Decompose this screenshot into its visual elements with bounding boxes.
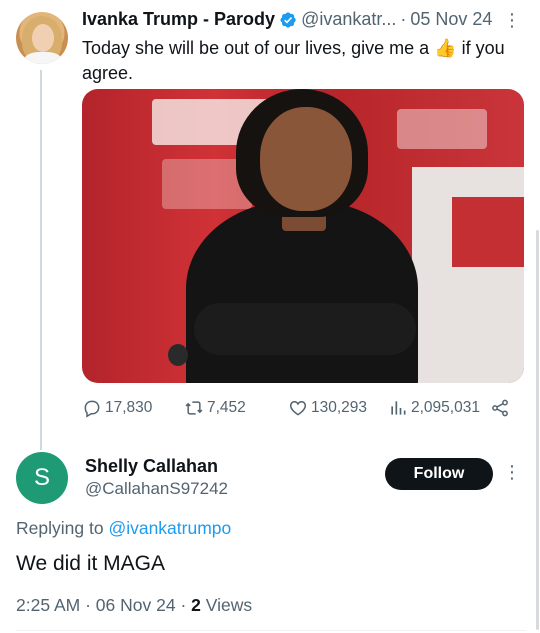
views-button[interactable]: 2,095,031 (388, 398, 480, 418)
reply-icon (84, 400, 100, 418)
author-name[interactable]: Ivanka Trump - Parody (82, 9, 275, 30)
reply-date[interactable]: 06 Nov 24 (96, 595, 176, 615)
replying-to: Replying to @ivankatrumpo (16, 518, 232, 538)
reply-author-handle[interactable]: @CallahanS97242 (85, 479, 228, 499)
like-count: 130,293 (311, 399, 368, 416)
thumbs-up-emoji: 👍 (434, 38, 457, 58)
reply-meta: 2:25 AM · 06 Nov 24 · 2 Views (16, 595, 253, 615)
follow-button[interactable]: Follow (385, 458, 493, 490)
like-button[interactable]: 130,293 (288, 398, 367, 418)
tweet-actions: 17,830 7,452 130,293 2,095,031 (82, 398, 512, 422)
heart-icon (289, 400, 307, 416)
tweet-header: Ivanka Trump - Parody @ivankatr... · 05 … (82, 9, 492, 30)
tweet-date[interactable]: 05 Nov 24 (410, 9, 492, 30)
author-handle[interactable]: @ivankatr... (301, 9, 396, 30)
bar-chart-icon (391, 401, 406, 415)
divider (16, 630, 526, 631)
repost-count: 7,452 (207, 399, 246, 416)
thread-connector-line (40, 70, 42, 450)
reply-count: 17,830 (105, 399, 153, 416)
repost-icon (185, 401, 203, 415)
reply-views-label: Views (205, 595, 253, 615)
views-count: 2,095,031 (411, 399, 480, 416)
tweet-photo[interactable] (82, 89, 524, 383)
reply-time[interactable]: 2:25 AM (16, 595, 80, 615)
scrollbar[interactable] (536, 230, 539, 630)
author-avatar[interactable] (16, 12, 68, 64)
more-dots-icon[interactable]: ⋮ (503, 10, 521, 31)
reply-author-name[interactable]: Shelly Callahan (85, 456, 218, 477)
reply-button[interactable]: 17,830 (82, 398, 152, 418)
reply-text: We did it MAGA (16, 552, 165, 575)
tweet-text: Today she will be out of our lives, give… (82, 38, 505, 83)
more-dots-icon[interactable]: ⋮ (503, 462, 521, 483)
replying-to-link[interactable]: @ivankatrumpo (108, 518, 231, 538)
share-icon (492, 399, 508, 417)
reply-views-count: 2 (191, 595, 201, 615)
separator-dot: · (400, 9, 407, 29)
reply-author-avatar[interactable]: S (16, 452, 68, 504)
verified-badge-icon (280, 11, 296, 28)
share-button[interactable] (490, 398, 513, 418)
repost-button[interactable]: 7,452 (184, 398, 246, 418)
